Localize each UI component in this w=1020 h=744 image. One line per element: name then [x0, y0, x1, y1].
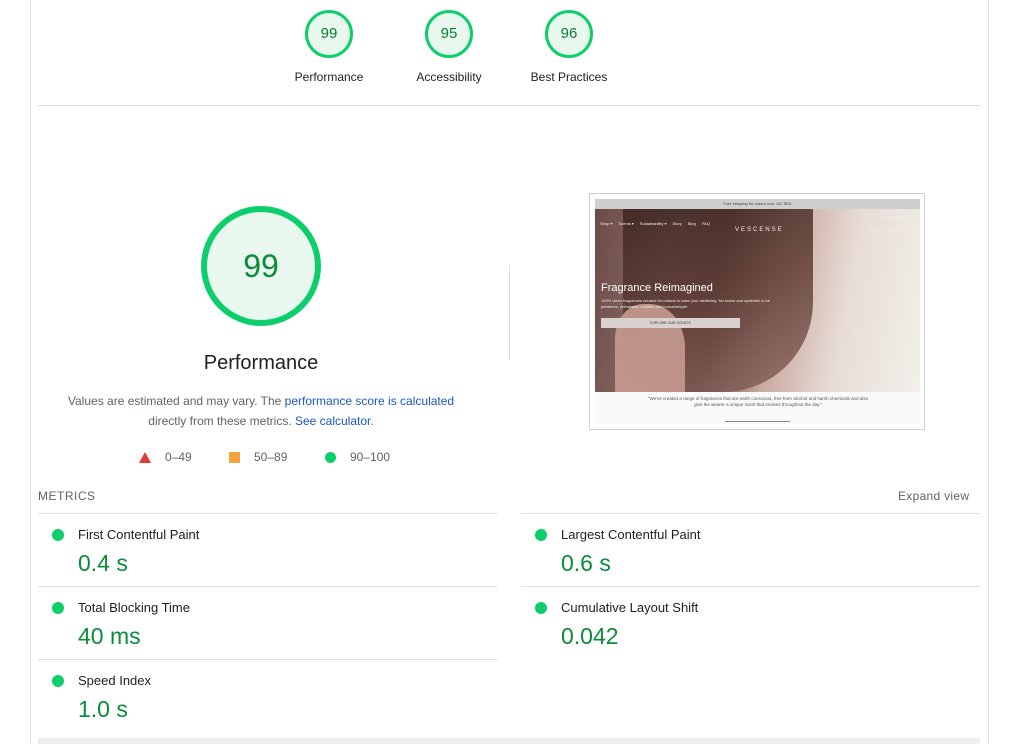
category-gauges: 99 Performance 95 Accessibility 96 Best …	[0, 10, 1020, 90]
screenshot-headline: Fragrance Reimagined	[601, 282, 713, 294]
screenshot-hero-image: Sweden (SEK kr) ▾ Shop ▾ Scents ▾ Sustai…	[595, 209, 920, 392]
metric-largest-contentful-paint: Largest Contentful Paint 0.6 s	[521, 513, 980, 586]
screenshot-nav-item: Scents ▾	[618, 221, 634, 226]
pass-circle-icon	[52, 602, 64, 614]
divider	[38, 105, 980, 106]
gauge-accessibility[interactable]: 95 Accessibility	[389, 10, 509, 84]
square-icon	[229, 451, 240, 463]
screenshot-banner: Free shipping for orders over 100 SEK	[595, 199, 920, 209]
gauge-performance-score: 99	[305, 10, 353, 58]
screenshot-nav-item: Sustainability ▾	[639, 221, 667, 226]
screenshot-nav-item: Account	[886, 227, 902, 232]
score-legend: 0–49 50–89 90–100	[0, 450, 520, 466]
pass-circle-icon	[52, 529, 64, 541]
metric-title: Speed Index	[78, 673, 152, 688]
metric-title: Largest Contentful Paint	[561, 527, 701, 542]
screenshot-nav-item: FAQ	[701, 221, 710, 226]
vertical-divider	[509, 265, 510, 360]
pass-circle-icon	[535, 602, 547, 614]
circle-icon	[325, 451, 336, 463]
gauge-best-practices-score: 96	[545, 10, 593, 58]
screenshot-nav-item: Contact	[867, 227, 881, 232]
legend-fail: 0–49	[139, 450, 192, 464]
screenshot-nav-item: Story	[672, 221, 682, 226]
pass-circle-icon	[52, 675, 64, 687]
screenshot-quote: "We've created a range of fragrances tha…	[647, 396, 869, 407]
desc-text-3: .	[370, 414, 374, 428]
gauge-best-practices-label: Best Practices	[530, 70, 608, 84]
desc-text-2: directly from these metrics.	[148, 414, 295, 428]
legend-pass: 90–100	[325, 450, 390, 464]
metric-title: Cumulative Layout Shift	[561, 600, 699, 615]
metric-speed-index: Speed Index 1.0 s	[38, 659, 497, 732]
gauge-performance-label: Performance	[294, 70, 364, 84]
legend-pass-range: 90–100	[350, 450, 391, 464]
metric-first-contentful-paint: First Contentful Paint 0.4 s	[38, 513, 497, 586]
metric-title: First Contentful Paint	[78, 527, 200, 542]
metric-total-blocking-time: Total Blocking Time 40 ms	[38, 586, 497, 659]
screenshot-page: Free shipping for orders over 100 SEK Sw…	[595, 199, 920, 424]
triangle-icon	[139, 451, 151, 463]
performance-description: Values are estimated and may vary. The p…	[60, 391, 462, 431]
screenshot-divider	[725, 421, 790, 422]
gauge-performance[interactable]: 99 Performance	[269, 10, 389, 84]
performance-score-gauge: 99	[201, 206, 321, 326]
screenshot-nav: Sweden (SEK kr) ▾ Shop ▾ Scents ▾ Sustai…	[600, 215, 915, 233]
final-screenshot[interactable]: Free shipping for orders over 100 SEK Sw…	[589, 193, 925, 430]
screenshot-nav-item: Shop ▾	[600, 221, 613, 226]
screenshot-currency: Sweden (SEK kr) ▾	[879, 215, 913, 220]
score-calculated-link[interactable]: performance score is calculated	[285, 394, 454, 408]
gauge-accessibility-label: Accessibility	[416, 70, 482, 84]
screenshot-cta-button: EXPLORE OUR SCENTS	[601, 318, 740, 328]
expand-view-toggle[interactable]: Expand view	[898, 489, 969, 503]
pass-circle-icon	[535, 529, 547, 541]
desc-text-1: Values are estimated and may vary. The	[67, 394, 285, 408]
legend-fail-range: 0–49	[165, 450, 192, 464]
metric-value: 0.042	[561, 623, 619, 649]
metric-value: 40 ms	[78, 623, 141, 649]
gauge-best-practices[interactable]: 96 Best Practices	[509, 10, 629, 84]
screenshot-nav-item: Blog	[687, 221, 696, 226]
legend-average: 50–89	[229, 450, 287, 464]
metric-value: 1.0 s	[78, 696, 128, 722]
metric-cumulative-layout-shift: Cumulative Layout Shift 0.042	[521, 586, 980, 659]
performance-title: Performance	[203, 352, 319, 374]
screenshot-nav-item: Cart	[907, 227, 915, 232]
gauge-accessibility-score: 95	[425, 10, 473, 58]
screenshot-subtext: 100% clean fragrances created for natura…	[601, 298, 770, 309]
screenshot-nav-right: Contact Account Cart	[867, 227, 915, 232]
metric-value: 0.6 s	[561, 550, 611, 576]
metric-title: Total Blocking Time	[78, 600, 190, 615]
screenshot-nav-left: Shop ▾ Scents ▾ Sustainability ▾ Story B…	[600, 221, 720, 226]
see-calculator-link[interactable]: See calculator	[295, 414, 370, 428]
legend-average-range: 50–89	[254, 450, 288, 464]
next-section-edge	[38, 738, 980, 744]
screenshot-logo: VESCENSE	[735, 227, 784, 233]
metric-value: 0.4 s	[78, 550, 128, 576]
metrics-header: METRICS	[38, 489, 96, 503]
